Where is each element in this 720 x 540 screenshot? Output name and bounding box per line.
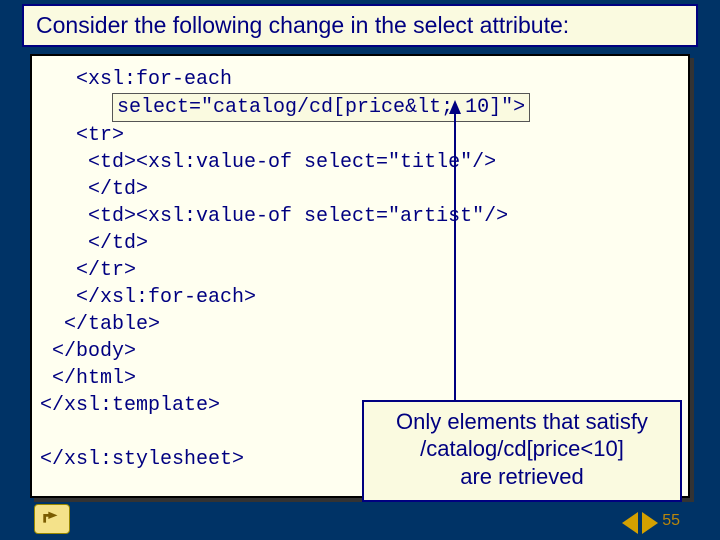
next-slide-icon[interactable] <box>642 512 658 534</box>
callout-line: Only elements that satisfy <box>372 408 672 436</box>
code-line: </tr> <box>40 259 136 282</box>
nav-arrows <box>622 512 658 534</box>
code-line: </xsl:template> <box>40 394 220 417</box>
code-line-prefix <box>40 96 112 119</box>
return-arrow-icon <box>41 509 63 529</box>
code-line: <td><xsl:value-of select="artist"/> <box>40 205 508 228</box>
code-line: </td> <box>40 232 148 255</box>
page-number: 55 <box>662 512 680 530</box>
code-line: <td><xsl:value-of select="title"/> <box>40 151 496 174</box>
return-button[interactable] <box>34 504 70 534</box>
code-line: <tr> <box>40 124 124 147</box>
callout-box: Only elements that satisfy /catalog/cd[p… <box>362 400 682 503</box>
code-line: <xsl:for-each <box>40 68 232 91</box>
callout-line: /catalog/cd[price<10] <box>372 435 672 463</box>
code-line: </body> <box>40 340 136 363</box>
code-line: </xsl:stylesheet> <box>40 448 244 471</box>
slide-title: Consider the following change in the sel… <box>22 4 698 47</box>
slide-title-text: Consider the following change in the sel… <box>36 12 569 38</box>
code-line: </html> <box>40 367 136 390</box>
prev-slide-icon[interactable] <box>622 512 638 534</box>
code-line: </xsl:for-each> <box>40 286 256 309</box>
code-line: </table> <box>40 313 160 336</box>
callout-line: are retrieved <box>372 463 672 491</box>
code-line: </td> <box>40 178 148 201</box>
code-highlight-select: select="catalog/cd[price&lt; 10]"> <box>112 93 530 122</box>
